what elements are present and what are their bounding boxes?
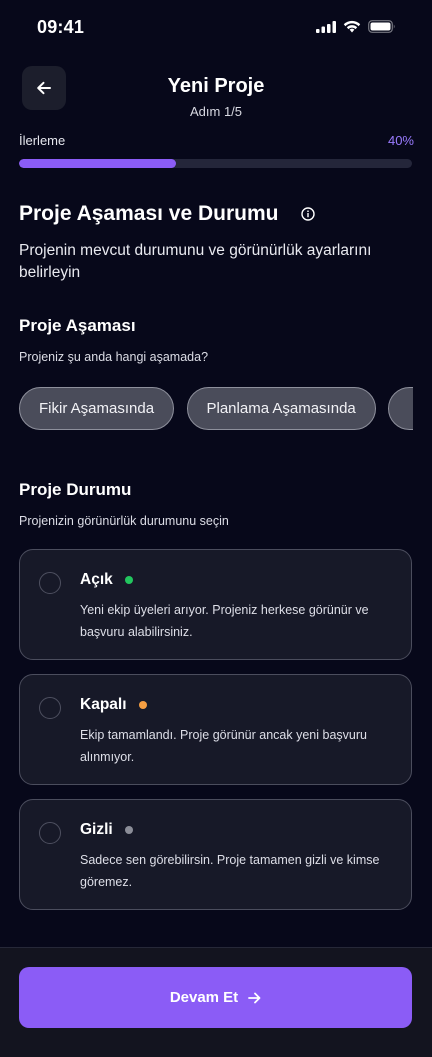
stage-chip-idea[interactable]: Fikir Aşamasında <box>19 387 175 430</box>
wifi-icon <box>343 20 361 33</box>
battery-icon <box>368 20 395 33</box>
status-dot-orange <box>138 701 147 709</box>
status-dot-green <box>124 576 133 584</box>
status-title: Proje Durumu <box>19 480 132 499</box>
stage-title: Proje Aşaması <box>19 316 136 335</box>
status-option-closed[interactable]: Kapalı Ekip tamamlandı. Proje görünür an… <box>19 674 412 785</box>
status-option-title: Gizli <box>80 821 133 839</box>
progress-bar-fill <box>19 159 177 168</box>
footer-bar: Devam Et <box>0 947 432 1057</box>
status-option-description: Ekip tamamlandı. Proje görünür ancak yen… <box>80 728 367 764</box>
continue-button[interactable]: Devam Et <box>19 967 412 1028</box>
progress-percent: 40% <box>387 133 414 148</box>
status-option-open[interactable]: Açık Yeni ekip üyeleri arıyor. Projeniz … <box>19 549 412 660</box>
stage-question: Projeniz şu anda hangi aşamada? <box>19 350 209 364</box>
status-dot-gray <box>124 826 133 834</box>
status-option-hidden[interactable]: Gizli Sadece sen görebilirsin. Proje tam… <box>19 799 412 910</box>
status-option-label: Kapalı <box>80 696 127 713</box>
info-icon[interactable] <box>300 207 315 221</box>
arrow-right-icon <box>248 992 261 1003</box>
step-indicator: Adım 1/5 <box>189 104 243 119</box>
section-description: Projenin mevcut durumunu ve görünürlük a… <box>19 242 372 281</box>
radio-button[interactable] <box>39 572 61 594</box>
progress-label: İlerleme <box>19 133 66 148</box>
new-project-screen: 09:41 Yeni Proje Adım 1/5 İlerleme 40% P… <box>0 0 432 1057</box>
progress-bar <box>19 159 412 168</box>
status-option-description: Sadece sen görebilirsin. Proje tamamen g… <box>80 853 380 889</box>
status-option-label: Gizli <box>80 821 113 838</box>
radio-button[interactable] <box>39 822 61 844</box>
status-time: 09:41 <box>37 17 85 37</box>
status-option-title: Kapalı <box>80 696 147 714</box>
radio-button[interactable] <box>39 697 61 719</box>
status-option-title: Açık <box>80 571 133 589</box>
status-question: Projenizin görünürlük durumunu seçin <box>19 514 229 528</box>
continue-button-label: Devam Et <box>169 989 239 1006</box>
status-icons <box>316 20 396 33</box>
section-title-text: Proje Aşaması ve Durumu <box>19 202 279 225</box>
stage-options: Fikir Aşamasında Planlama Aşamasında <box>19 387 413 431</box>
section-title: Proje Aşaması ve Durumu <box>19 202 315 226</box>
page-title: Yeni Proje <box>167 75 265 97</box>
cellular-signal-icon <box>316 20 336 33</box>
stage-chip-next[interactable] <box>388 387 413 430</box>
stage-chip-planning[interactable]: Planlama Aşamasında <box>186 387 376 430</box>
status-option-label: Açık <box>80 571 113 588</box>
status-bar: 09:41 <box>0 0 432 50</box>
status-option-description: Yeni ekip üyeleri arıyor. Projeniz herke… <box>80 603 369 639</box>
